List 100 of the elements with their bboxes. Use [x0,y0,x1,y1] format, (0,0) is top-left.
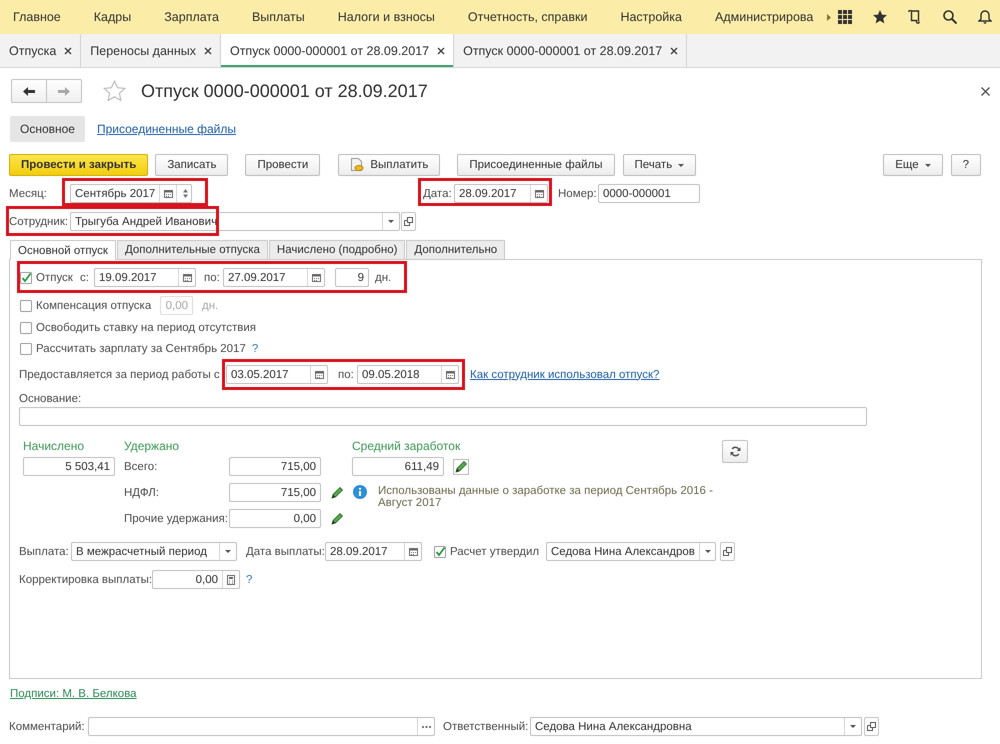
field-label: НДФЛ: [124,486,160,498]
amount-field[interactable]: 5 503,41 [23,457,115,476]
document-tab[interactable]: Отпуск 0000-000001 от 28.09.2017 [454,34,688,67]
command-button[interactable]: Записать [155,154,228,176]
days-field[interactable]: 9 [335,268,369,287]
checkbox[interactable] [434,546,446,558]
help-link[interactable]: ? [246,574,252,586]
document-tab[interactable]: Отпуск 0000-000001 от 28.09.2017 [220,34,454,67]
document-tab[interactable]: Отпуска [0,34,82,67]
vacation-usage-link[interactable]: Как сотрудник использовал отпуск? [470,368,660,380]
open-button[interactable] [401,212,416,231]
command-button[interactable]: Провести и закрыть [9,154,148,176]
command-button[interactable]: Провести [245,154,320,176]
form-tab[interactable]: Дополнительно [406,240,506,259]
amount-field[interactable]: 715,00 [229,483,321,502]
date-field[interactable]: 19.09.2017 [94,268,196,287]
caret-down-icon [704,550,711,553]
document-coin-icon [350,158,364,172]
pencil-icon[interactable] [331,486,343,498]
star-icon[interactable] [873,10,887,24]
command-button[interactable]: Присоединенные файлы [457,154,615,176]
calendar-button[interactable] [310,366,327,383]
close-icon[interactable] [64,46,72,54]
close-icon[interactable] [670,46,678,54]
info-icon [353,485,367,499]
command-button[interactable]: ? [950,154,981,176]
field-label: Всего: [124,460,158,472]
checkbox[interactable] [20,272,32,284]
help-link[interactable]: ? [252,343,258,355]
calendar-icon [534,189,544,198]
section-tab[interactable]: Присоединенные файлы [96,122,236,136]
menu-item[interactable]: Настройка [620,10,682,24]
basis-field[interactable] [19,407,867,426]
overlapping-squares-icon [867,722,876,731]
pencil-icon[interactable] [331,512,343,524]
amount-field[interactable]: 715,00 [229,457,321,476]
month-field[interactable]: Сентябрь 2017 [70,184,192,203]
field-label: Дата выплаты: [246,546,325,558]
signatures-link[interactable]: Подписи: М. В. Белкова [10,688,137,700]
menu-item[interactable]: Зарплата [164,10,219,24]
menu-item[interactable]: Налоги и взносы [338,10,435,24]
payment-method-field[interactable]: В межрасчетный период [71,542,237,561]
document-icon[interactable] [908,10,922,24]
select-button[interactable] [417,718,434,735]
info-note: Использованы данные о заработке за период Сентябрь 2016 - Август 2017 [378,485,714,509]
calendar-button[interactable] [530,185,547,202]
checkbox-label: Компенсация отпуска [36,300,152,312]
comment-field[interactable] [88,717,435,736]
checkbox[interactable] [20,343,32,355]
section-tab[interactable]: Основное [10,116,85,142]
star-outline-icon[interactable] [103,80,126,102]
open-button[interactable] [720,542,735,561]
calendar-icon [408,547,418,556]
back-button[interactable] [11,79,47,103]
date-field[interactable]: 28.09.2017 [454,184,548,203]
menu-item[interactable]: Администрирова [714,10,814,24]
calendar-button[interactable] [441,366,458,383]
caret-down-icon [678,164,684,166]
calendar-button[interactable] [178,269,195,286]
form-tab[interactable]: Основной отпуск [10,240,116,260]
field-label: с: [80,272,90,284]
command-button[interactable]: Выплатить [338,154,440,176]
approver-field[interactable]: Седова Нина Александров [546,542,716,561]
menu-item[interactable]: Кадры [94,10,132,24]
field-label: Ответственный: [443,720,530,732]
command-button[interactable]: Печать [622,154,696,176]
date-field[interactable]: 03.05.2017 [226,365,328,384]
date-field[interactable]: 27.09.2017 [223,268,325,287]
date-field[interactable]: 28.09.2017 [325,542,422,561]
calendar-button[interactable] [404,543,421,560]
employee-field[interactable]: Трыгуба Андрей Иванович [70,212,400,231]
bell-icon[interactable] [978,10,992,24]
open-button[interactable] [864,717,879,736]
pencil-icon[interactable] [453,458,469,474]
calendar-button[interactable] [307,269,324,286]
checkbox[interactable] [20,322,32,334]
command-button[interactable]: Еще [883,154,943,176]
close-icon[interactable] [981,86,990,96]
calendar-icon [446,370,454,379]
responsible-field[interactable]: Седова Нина Александровна [530,717,862,736]
grid-icon[interactable] [838,10,852,24]
calendar-icon [182,273,192,282]
form-tab[interactable]: Дополнительные отпуска [116,240,268,259]
close-icon[interactable] [204,46,212,54]
refresh-button[interactable] [722,440,748,463]
amount-field[interactable]: 0,00 [229,509,321,528]
menu-item[interactable]: Выплаты [252,10,305,24]
close-icon[interactable] [437,46,446,54]
menu-item[interactable]: Главное [13,10,61,24]
menu-item[interactable]: Отчетность, справки [468,10,588,24]
field-label: Предоставляется за период работы с [19,368,221,380]
amount-field[interactable]: 611,49 [352,457,444,476]
form-tab[interactable]: Начислено (подробно) [268,240,406,259]
caret-right-icon[interactable] [827,14,832,20]
arrow-right-icon [58,86,70,96]
number-field[interactable]: 0000-000001 [598,184,700,203]
search-icon[interactable] [943,10,957,24]
calendar-icon [312,273,320,282]
correction-field[interactable]: 0,00 [152,570,240,589]
date-field[interactable]: 09.05.2018 [357,365,459,384]
